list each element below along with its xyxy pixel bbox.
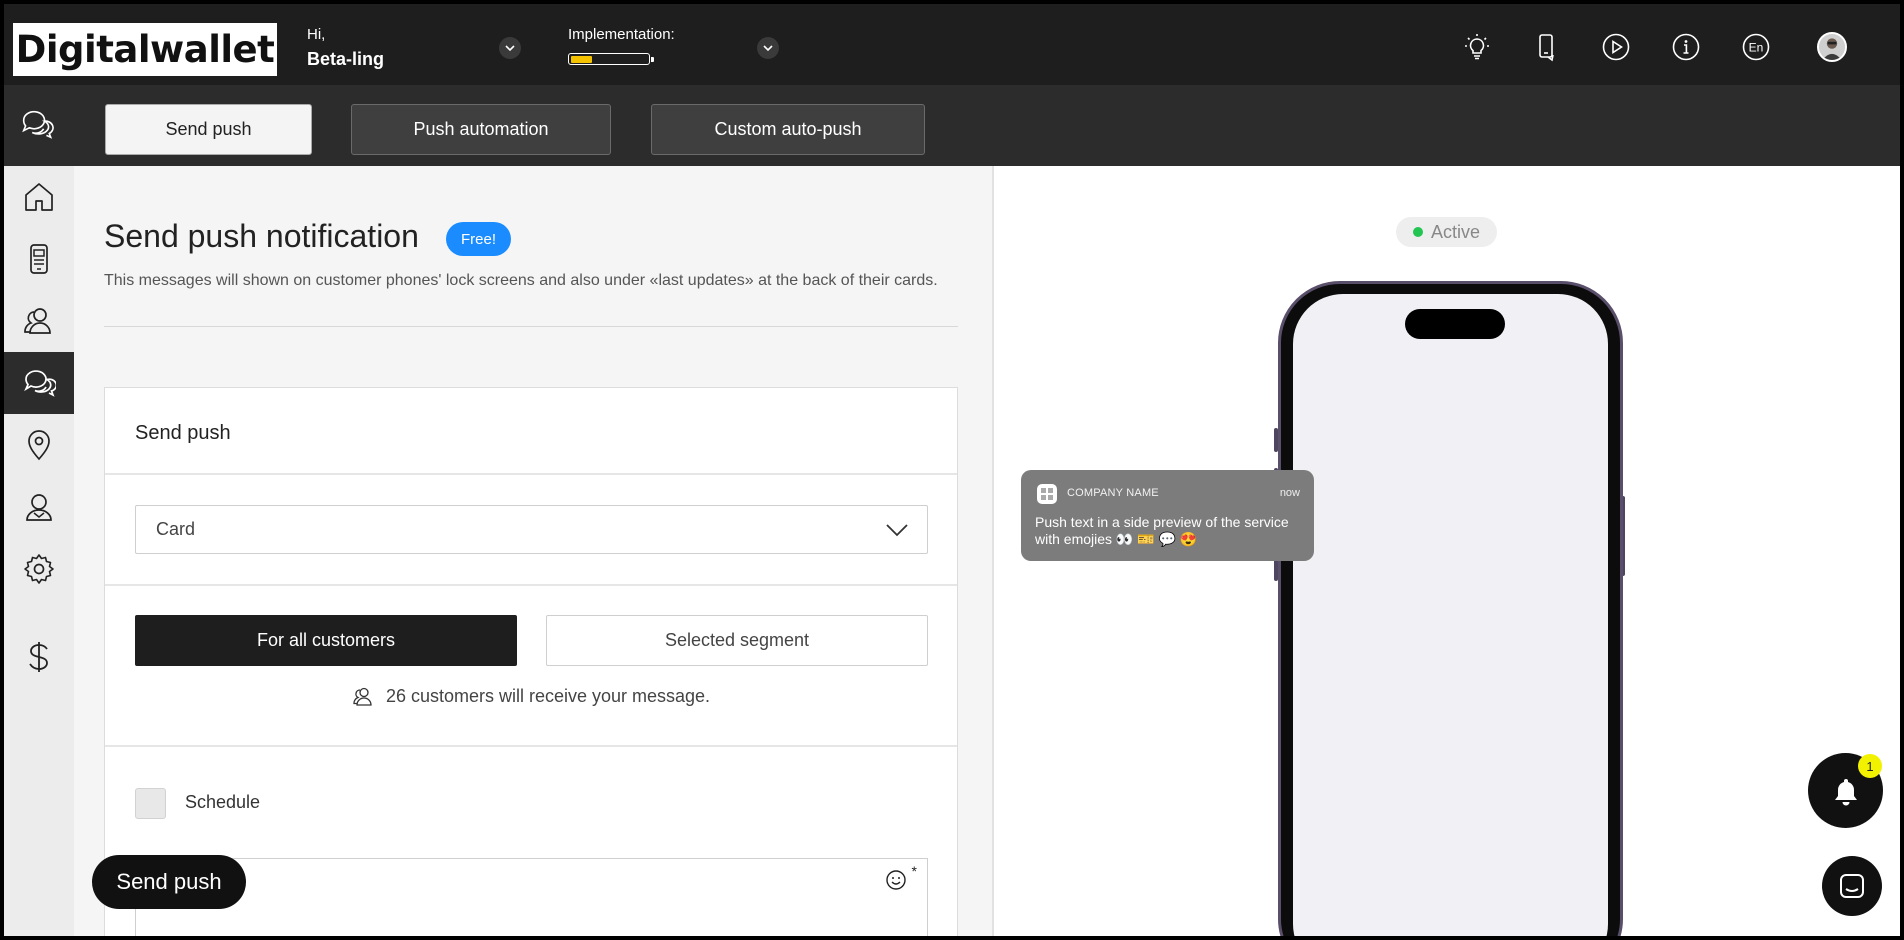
top-header: Digitalwallet Hi, Beta-ling Implementati… <box>4 4 1900 85</box>
lightbulb-icon[interactable] <box>1461 31 1493 63</box>
push-tabs-bar: Send push Push automation Custom auto-pu… <box>4 85 1900 166</box>
emoji-icon <box>886 870 906 890</box>
push-notification-preview: COMPANY NAME now Push text in a side pre… <box>1021 470 1314 561</box>
divider <box>104 326 958 327</box>
greeting-text: Hi, <box>307 26 326 43</box>
logo[interactable]: Digitalwallet <box>13 23 277 76</box>
card-select-value: Card <box>156 519 196 539</box>
send-push-form: Send push Card For all customers Selecte… <box>104 387 958 936</box>
chat-button[interactable] <box>1822 856 1882 916</box>
implementation-label: Implementation: <box>568 26 675 43</box>
settings-icon <box>24 554 54 584</box>
user-dropdown-button[interactable] <box>499 37 521 59</box>
for-all-customers-button[interactable]: For all customers <box>135 615 517 666</box>
main-panel: Send push notification Free! This messag… <box>74 166 992 936</box>
implementation-status: Implementation: <box>568 24 675 65</box>
notification-count-badge: 1 <box>1858 754 1882 778</box>
phone-mockup <box>1278 281 1623 936</box>
preview-panel: Active COMPANY NAME now Push text in a s… <box>994 166 1900 936</box>
card-select[interactable]: Card <box>135 505 928 554</box>
play-icon[interactable] <box>1600 31 1632 63</box>
free-badge: Free! <box>446 222 512 256</box>
send-push-button[interactable]: Send push <box>92 855 246 909</box>
implementation-progress-bar <box>568 53 654 65</box>
chevron-down-icon <box>763 45 773 52</box>
card-icon <box>30 244 48 274</box>
phone-screen <box>1293 294 1608 936</box>
phone-icon[interactable] <box>1530 31 1562 63</box>
info-icon[interactable] <box>1670 31 1702 63</box>
sidebar-item-home[interactable] <box>4 166 74 228</box>
customers-icon <box>24 308 51 334</box>
chevron-down-icon <box>505 45 515 52</box>
sidebar-item-messages[interactable] <box>4 352 74 414</box>
user-name: Beta-ling <box>307 49 385 69</box>
billing-icon <box>29 642 48 672</box>
divider <box>105 584 957 586</box>
customers-icon <box>353 687 372 706</box>
app-window: Digitalwallet Hi, Beta-ling Implementati… <box>4 4 1900 936</box>
tab-send-push[interactable]: Send push <box>105 104 312 155</box>
selected-segment-button[interactable]: Selected segment <box>546 615 928 666</box>
emoji-picker-button[interactable] <box>885 869 909 893</box>
status-badge: Active <box>1396 217 1497 247</box>
divider <box>105 473 957 475</box>
sidebar-item-billing[interactable] <box>4 626 74 688</box>
notification-text: Push text in a side preview of the servi… <box>1035 514 1289 547</box>
notification-company: COMPANY NAME <box>1067 487 1159 499</box>
language-icon[interactable]: En <box>1740 31 1772 63</box>
schedule-checkbox[interactable] <box>135 788 166 819</box>
location-icon <box>28 430 50 461</box>
language-label: En <box>1749 41 1764 55</box>
status-dot-icon <box>1412 227 1423 237</box>
notification-time: now <box>1279 487 1300 499</box>
reach-info: 26 customers will receive your message. <box>105 685 957 707</box>
sidebar <box>4 166 74 936</box>
user-greeting: Hi, Beta-ling <box>307 24 384 72</box>
chat-icon <box>1840 874 1864 898</box>
sidebar-item-profile[interactable] <box>4 476 74 538</box>
tab-push-automation[interactable]: Push automation <box>351 104 611 155</box>
required-mark: * <box>911 863 917 879</box>
page-title: Send push notification <box>104 218 419 254</box>
status-text: Active <box>1430 221 1481 242</box>
divider <box>105 745 957 747</box>
messages-icon <box>18 106 56 144</box>
schedule-label: Schedule <box>185 792 261 812</box>
implementation-dropdown-button[interactable] <box>757 37 779 59</box>
tab-custom-auto-push[interactable]: Custom auto-push <box>651 104 925 155</box>
reach-text: 26 customers will receive your message. <box>385 685 711 706</box>
sidebar-item-customers[interactable] <box>4 290 74 352</box>
implementation-progress-fill <box>570 55 593 63</box>
sidebar-item-locations[interactable] <box>4 414 74 476</box>
home-icon <box>25 183 53 211</box>
sidebar-item-cards[interactable] <box>4 228 74 290</box>
chevron-down-icon <box>886 524 908 537</box>
sidebar-item-settings[interactable] <box>4 538 74 600</box>
app-icon <box>1037 484 1057 504</box>
messages-icon <box>24 370 56 397</box>
page-subtitle: This messages will shown on customer pho… <box>104 272 938 289</box>
profile-icon <box>26 494 52 521</box>
form-title: Send push <box>135 422 231 444</box>
message-textarea[interactable]: * <box>135 858 928 936</box>
dynamic-island <box>1405 309 1505 339</box>
battery-tip <box>651 57 654 62</box>
avatar[interactable] <box>1817 32 1847 62</box>
bell-icon <box>1834 778 1857 805</box>
